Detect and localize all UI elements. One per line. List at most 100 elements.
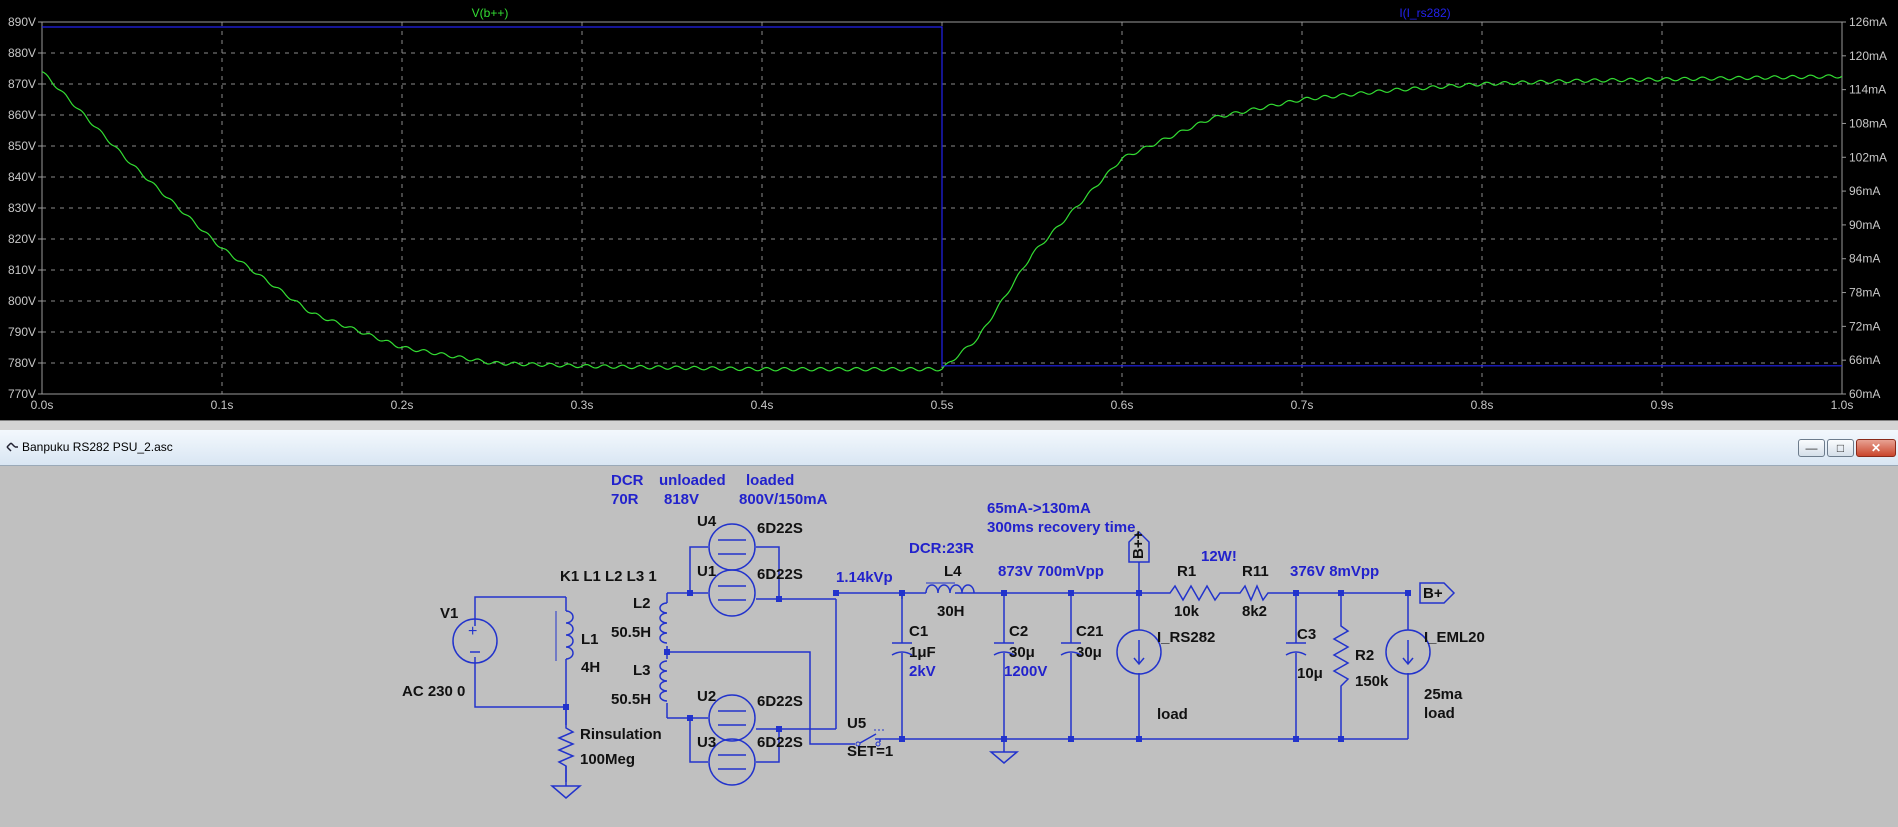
note-unloaded-value[interactable]: 818V: [664, 491, 699, 508]
note-recovery[interactable]: 300ms recovery time: [987, 519, 1135, 536]
right-tick-label: 90mA: [1849, 218, 1880, 232]
c3-name[interactable]: C3: [1297, 626, 1316, 643]
r1-value[interactable]: 10k: [1174, 603, 1200, 620]
u4-name[interactable]: U4: [697, 513, 717, 530]
bp-net-flag[interactable]: B+: [1419, 582, 1456, 604]
i-eml20-name[interactable]: I_EML20: [1424, 629, 1485, 646]
maximize-button[interactable]: □: [1827, 439, 1854, 457]
rins-value[interactable]: 100Meg: [580, 751, 635, 768]
u1-type[interactable]: 6D22S: [757, 566, 803, 583]
c1-name[interactable]: C1: [909, 623, 928, 640]
right-tick-label: 72mA: [1849, 319, 1880, 333]
i-eml20-note[interactable]: load: [1424, 705, 1455, 722]
rins-name[interactable]: Rinsulation: [580, 726, 662, 743]
waveform-plot[interactable]: V(b++) I(I_rs282) 890V 880V 870V 860V 850V 84…: [0, 0, 1898, 420]
x-tick-label: 0.4s: [751, 398, 774, 412]
c21-value[interactable]: 30μ: [1076, 644, 1102, 661]
left-tick-label: 810V: [8, 263, 36, 277]
right-tick-label: 84mA: [1849, 252, 1880, 266]
maximize-icon: □: [1836, 441, 1845, 455]
c1-rating[interactable]: 2kV: [909, 663, 936, 680]
left-tick-label: 870V: [8, 77, 36, 91]
l3-inductor[interactable]: [659, 660, 668, 702]
note-dcr-value[interactable]: 70R: [611, 491, 639, 508]
note-loaded-value[interactable]: 800V/150mA: [739, 491, 828, 508]
note-unloaded[interactable]: unloaded: [659, 472, 726, 489]
c2-rating[interactable]: 1200V: [1004, 663, 1047, 680]
c1-value[interactable]: 1μF: [909, 644, 936, 661]
i-rs282-current-source[interactable]: [1116, 629, 1162, 675]
r1-resistor[interactable]: [1165, 584, 1225, 602]
r1-name[interactable]: R1: [1177, 563, 1196, 580]
close-button[interactable]: ✕: [1856, 439, 1896, 457]
coupling-directive[interactable]: K1 L1 L2 L3 1: [560, 568, 657, 585]
u2-name[interactable]: U2: [697, 688, 716, 705]
x-tick-label: 0.2s: [391, 398, 414, 412]
r2-resistor[interactable]: [1332, 623, 1350, 693]
u4-type[interactable]: 6D22S: [757, 520, 803, 537]
right-tick-label: 66mA: [1849, 353, 1880, 367]
rinsulation-resistor[interactable]: [549, 724, 583, 799]
l4-value[interactable]: 30H: [937, 603, 965, 620]
minimize-button[interactable]: —: [1798, 439, 1825, 457]
l1-inductor[interactable]: [555, 610, 574, 661]
note-loaded[interactable]: loaded: [746, 472, 794, 489]
x-tick-label: 0.1s: [211, 398, 234, 412]
i-rs282-note[interactable]: load: [1157, 706, 1188, 723]
node-label-bpp[interactable]: 873V 700mVpp: [998, 563, 1104, 580]
note-load-change[interactable]: 65mA->130mA: [987, 500, 1091, 517]
x-tick-label: 0.7s: [1291, 398, 1314, 412]
ground-symbol[interactable]: [988, 751, 1020, 764]
l1-name[interactable]: L1: [581, 631, 599, 648]
u1-name[interactable]: U1: [697, 563, 716, 580]
wire[interactable]: [474, 596, 566, 626]
node-label-bp[interactable]: 376V 8mVpp: [1290, 563, 1379, 580]
l2-name[interactable]: L2: [633, 595, 651, 612]
trace-label-vbpp[interactable]: V(b++): [472, 6, 509, 20]
l2-inductor[interactable]: [659, 602, 668, 644]
c2-value[interactable]: 30μ: [1009, 644, 1035, 661]
right-tick-label: 102mA: [1849, 150, 1887, 164]
right-tick-label: 126mA: [1849, 15, 1887, 29]
u3-type[interactable]: 6D22S: [757, 734, 803, 751]
series-irs282-line[interactable]: [42, 26, 1842, 367]
ltspice-app-icon[interactable]: [5, 440, 19, 454]
note-r1-power[interactable]: 12W!: [1201, 548, 1237, 565]
schematic-canvas[interactable]: DCR 70R unloaded 818V loaded 800V/150mA …: [0, 466, 1898, 827]
right-tick-label: 114mA: [1849, 83, 1886, 97]
l3-value[interactable]: 50.5H: [611, 691, 651, 708]
note-dcr-l4[interactable]: DCR:23R: [909, 540, 974, 557]
node-label-rect[interactable]: 1.14kVp: [836, 569, 893, 586]
u3-name[interactable]: U3: [697, 734, 716, 751]
note-dcr[interactable]: DCR: [611, 472, 644, 489]
bpp-net-flag[interactable]: B++: [1128, 530, 1150, 563]
c3-value[interactable]: 10μ: [1297, 665, 1323, 682]
i-rs282-name[interactable]: I_RS282: [1157, 629, 1215, 646]
i-eml20-value[interactable]: 25ma: [1424, 686, 1463, 703]
c21-name[interactable]: C21: [1076, 623, 1104, 640]
r11-resistor[interactable]: [1235, 584, 1270, 602]
wire[interactable]: [474, 657, 566, 708]
pane-splitter[interactable]: [0, 420, 1898, 430]
v1-source[interactable]: +: [452, 618, 498, 664]
u5-name[interactable]: U5: [847, 715, 866, 732]
l4-inductor[interactable]: [925, 582, 975, 594]
l3-name[interactable]: L3: [633, 662, 651, 679]
l4-name[interactable]: L4: [944, 563, 962, 580]
r11-value[interactable]: 8k2: [1242, 603, 1267, 620]
l2-value[interactable]: 50.5H: [611, 624, 651, 641]
c2-name[interactable]: C2: [1009, 623, 1028, 640]
r2-name[interactable]: R2: [1355, 647, 1374, 664]
l1-value[interactable]: 4H: [581, 659, 600, 676]
r11-name[interactable]: R11: [1242, 563, 1269, 580]
right-tick-label: 78mA: [1849, 286, 1880, 300]
waveform-plot-pane[interactable]: V(b++) I(I_rs282) 890V 880V 870V 860V 850V 84…: [0, 0, 1898, 420]
r2-value[interactable]: 150k: [1355, 673, 1389, 690]
u5-value[interactable]: SET=1: [847, 743, 893, 760]
title-bar[interactable]: Banpuku RS282 PSU_2.asc — □ ✕: [0, 430, 1898, 466]
x-tick-label: 1.0s: [1831, 398, 1854, 412]
u2-type[interactable]: 6D22S: [757, 693, 803, 710]
v1-name[interactable]: V1: [440, 605, 458, 622]
trace-label-irs282[interactable]: I(I_rs282): [1399, 6, 1450, 20]
v1-value[interactable]: AC 230 0: [402, 683, 465, 700]
